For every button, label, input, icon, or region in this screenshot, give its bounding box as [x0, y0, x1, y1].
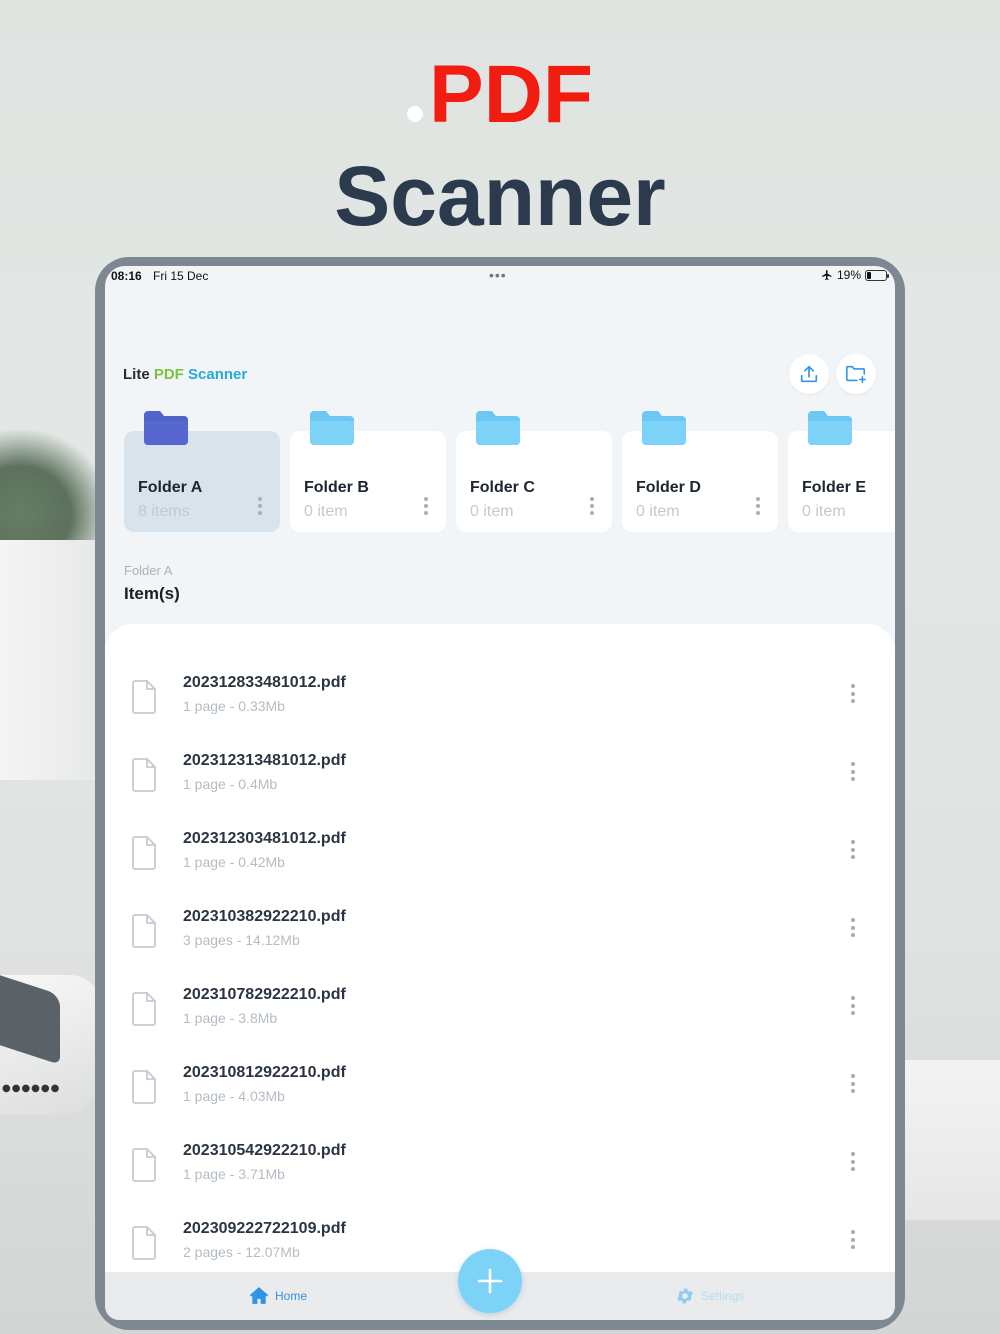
file-meta: 1 page - 4.03Mb [183, 1088, 285, 1104]
folder-icon [476, 411, 520, 445]
battery-percent: 19% [836, 268, 861, 282]
battery-icon [865, 269, 889, 281]
folder-more-button[interactable] [424, 497, 428, 517]
folder-card-b[interactable]: Folder B 0 item [290, 411, 446, 532]
folder-card-a[interactable]: Folder A 8 items [124, 411, 280, 532]
document-icon [132, 914, 156, 948]
file-meta: 1 page - 3.71Mb [183, 1166, 285, 1182]
status-right: 19% [821, 268, 889, 282]
app-title-lite: Lite [123, 366, 150, 383]
file-more-button[interactable] [851, 762, 855, 784]
background-pot [0, 540, 105, 780]
app-title-scanner: Scanner [188, 366, 248, 383]
multitasking-dots-icon[interactable]: ••• [489, 267, 507, 283]
file-name: 202309222722109.pdf [183, 1220, 346, 1237]
folder-name: Folder C [470, 479, 535, 496]
folder-name: Folder A [138, 479, 203, 496]
file-name: 202310382922210.pdf [183, 908, 346, 925]
breadcrumb: Folder A [124, 563, 173, 578]
file-list[interactable]: 202312833481012.pdf 1 page - 0.33Mb 2023… [105, 624, 895, 1272]
file-meta: 1 page - 0.33Mb [183, 698, 285, 714]
folder-carousel[interactable]: Folder A 8 items Folder B 0 item Folder … [124, 406, 895, 536]
file-more-button[interactable] [851, 1152, 855, 1174]
background-notebook [890, 1060, 1000, 1220]
folder-count: 0 item [636, 503, 680, 520]
folder-count: 0 item [470, 503, 514, 520]
file-name: 202312833481012.pdf [183, 674, 346, 691]
app-title-pdf: PDF [153, 366, 184, 383]
tab-home-label: Home [275, 1288, 308, 1303]
airplane-icon [821, 270, 832, 280]
tab-settings-label: Settings [701, 1289, 745, 1303]
folder-card-e[interactable]: Folder E 0 item [788, 411, 895, 532]
document-icon [132, 680, 156, 714]
document-icon [132, 836, 156, 870]
list-item[interactable]: 202310382922210.pdf 3 pages - 14.12Mb [105, 890, 895, 968]
folder-name: Folder B [304, 479, 369, 496]
tab-home[interactable]: Home [249, 1286, 307, 1305]
tab-settings[interactable]: Settings [675, 1286, 744, 1306]
folder-more-button[interactable] [756, 497, 760, 517]
file-name: 202310542922210.pdf [183, 1142, 346, 1159]
new-folder-icon [846, 365, 866, 384]
list-item[interactable]: 202312833481012.pdf 1 page - 0.33Mb [105, 656, 895, 734]
file-more-button[interactable] [851, 684, 855, 706]
add-scan-button[interactable] [458, 1249, 522, 1313]
folder-icon [642, 411, 686, 445]
section-title: Item(s) [124, 584, 180, 603]
document-icon [132, 1148, 156, 1182]
file-name: 202312313481012.pdf [183, 752, 346, 769]
folder-icon [808, 411, 852, 445]
document-icon [132, 758, 156, 792]
folder-count: 0 item [304, 503, 348, 520]
folder-more-button[interactable] [590, 497, 594, 517]
upload-icon [800, 365, 818, 383]
list-item[interactable]: 202310542922210.pdf 1 page - 3.71Mb [105, 1124, 895, 1202]
file-name: 202312303481012.pdf [183, 830, 346, 847]
file-meta: 1 page - 3.8Mb [183, 1010, 278, 1026]
file-more-button[interactable] [851, 918, 855, 940]
file-more-button[interactable] [851, 1230, 855, 1252]
file-meta: 2 pages - 12.07Mb [183, 1244, 300, 1260]
status-date: Fri 15 Dec [153, 269, 209, 283]
hero-title-scanner: Scanner [334, 149, 666, 243]
file-meta: 3 pages - 14.12Mb [183, 932, 300, 948]
status-bar: 08:16 Fri 15 Dec ••• 19% [105, 266, 895, 288]
list-item[interactable]: 202310782922210.pdf 1 page - 3.8Mb [105, 968, 895, 1046]
file-meta: 1 page - 0.4Mb [183, 776, 278, 792]
hero-dot [407, 106, 423, 122]
file-name: 202310782922210.pdf [183, 986, 346, 1003]
tablet-screen: 08:16 Fri 15 Dec ••• 19% Lite PDF Scanne… [105, 266, 895, 1320]
list-item[interactable]: 202310812922210.pdf 1 page - 4.03Mb [105, 1046, 895, 1124]
folder-icon [144, 411, 188, 445]
folder-card-d[interactable]: Folder D 0 item [622, 411, 778, 532]
list-item[interactable]: 202312313481012.pdf 1 page - 0.4Mb [105, 734, 895, 812]
home-icon [249, 1287, 269, 1304]
app-title: Lite PDF Scanner [123, 366, 247, 383]
document-icon [132, 1070, 156, 1104]
folder-icon [310, 411, 354, 445]
hero-pdf-text: PDF [429, 49, 593, 140]
plus-icon [477, 1268, 503, 1294]
status-time: 08:16 [111, 269, 142, 283]
file-more-button[interactable] [851, 1074, 855, 1096]
background-phone-speaker: ●●●●●● [2, 1083, 61, 1094]
folder-count: 8 items [138, 503, 190, 520]
folder-card-c[interactable]: Folder C 0 item [456, 411, 612, 532]
folder-count: 0 item [802, 503, 846, 520]
document-icon [132, 1226, 156, 1260]
file-name: 202310812922210.pdf [183, 1064, 346, 1081]
file-more-button[interactable] [851, 996, 855, 1018]
upload-button[interactable] [789, 354, 829, 394]
list-item[interactable]: 202312303481012.pdf 1 page - 0.42Mb [105, 812, 895, 890]
document-icon [132, 992, 156, 1026]
hero-title-pdf: PDF [0, 50, 1000, 140]
folder-name: Folder D [636, 479, 701, 496]
folder-name: Folder E [802, 479, 867, 496]
file-more-button[interactable] [851, 840, 855, 862]
folder-more-button[interactable] [258, 497, 262, 517]
gear-icon [677, 1288, 693, 1304]
file-meta: 1 page - 0.42Mb [183, 854, 285, 870]
new-folder-button[interactable] [836, 354, 876, 394]
